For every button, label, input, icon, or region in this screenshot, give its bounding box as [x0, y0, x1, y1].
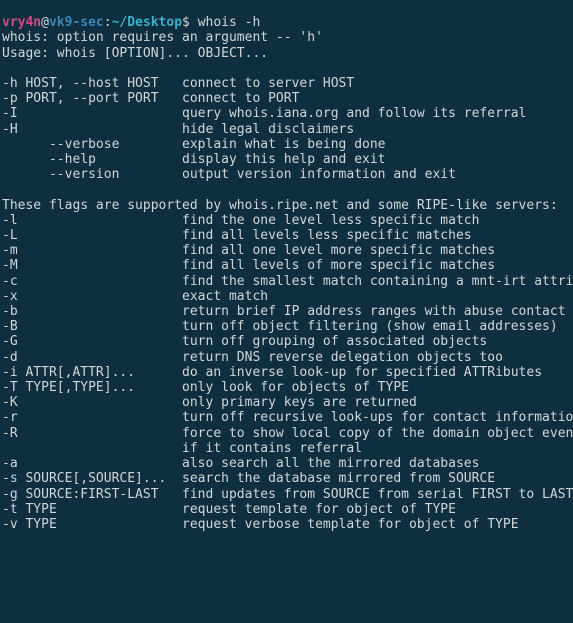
prompt-at: @: [41, 15, 49, 30]
output-line: -M find all levels of more specific matc…: [2, 258, 495, 273]
output-line: -m find all one level more specific matc…: [2, 243, 495, 258]
output-line: -G turn off grouping of associated objec…: [2, 334, 487, 349]
output-line: -b return brief IP address ranges with a…: [2, 304, 566, 319]
prompt-symbol: $: [182, 15, 198, 30]
prompt-path: ~/Desktop: [112, 15, 182, 30]
output-line: -I query whois.iana.org and follow its r…: [2, 106, 526, 121]
output-line: -s SOURCE[,SOURCE]... search the databas…: [2, 471, 495, 486]
output-line: whois: option requires an argument -- 'h…: [2, 30, 323, 45]
output-line: -a also search all the mirrored database…: [2, 456, 479, 471]
output-line: Usage: whois [OPTION]... OBJECT...: [2, 46, 268, 61]
output-line: -l find the one level less specific matc…: [2, 213, 479, 228]
output-line: -h HOST, --host HOST connect to server H…: [2, 76, 354, 91]
output-line: -g SOURCE:FIRST-LAST find updates from S…: [2, 487, 573, 502]
prompt-host: vk9-sec: [49, 15, 104, 30]
output-line: These flags are supported by whois.ripe.…: [2, 198, 558, 213]
output-line: -t TYPE request template for object of T…: [2, 502, 456, 517]
output-line: -c find the smallest match containing a …: [2, 274, 573, 289]
output-line: -x exact match: [2, 289, 268, 304]
output-line: if it contains referral: [2, 441, 362, 456]
prompt-colon: :: [104, 15, 112, 30]
output-line: -p PORT, --port PORT connect to PORT: [2, 91, 299, 106]
output-line: -L find all levels less specific matches: [2, 228, 472, 243]
output-line: --help display this help and exit: [2, 152, 386, 167]
output-line: -i ATTR[,ATTR]... do an inverse look-up …: [2, 365, 542, 380]
output-line: -v TYPE request verbose template for obj…: [2, 517, 519, 532]
output-line: --verbose explain what is being done: [2, 137, 386, 152]
typed-command: whois -h: [198, 15, 261, 30]
output-line: -r turn off recursive look-ups for conta…: [2, 410, 573, 425]
output-line: -B turn off object filtering (show email…: [2, 319, 558, 334]
output-line: -T TYPE[,TYPE]... only look for objects …: [2, 380, 409, 395]
output-line: -H hide legal disclaimers: [2, 122, 354, 137]
output-line: -R force to show local copy of the domai…: [2, 426, 573, 441]
output-line: -K only primary keys are returned: [2, 395, 417, 410]
output-line: -d return DNS reverse delegation objects…: [2, 350, 503, 365]
terminal[interactable]: vry4n@vk9-sec:~/Desktop$ whois -h whois:…: [0, 15, 573, 532]
prompt-user: vry4n: [2, 15, 41, 30]
output-line: --version output version information and…: [2, 167, 456, 182]
